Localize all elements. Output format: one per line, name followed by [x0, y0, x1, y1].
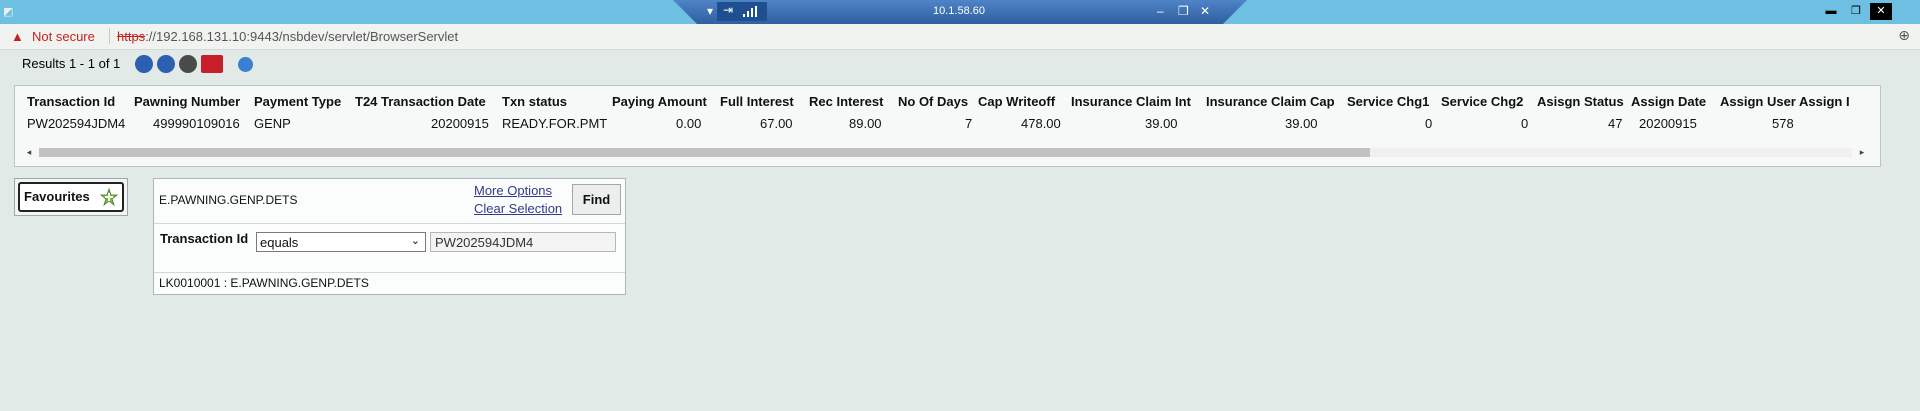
column-header[interactable]: Payment Type: [254, 92, 341, 112]
column-header[interactable]: Assign User: [1720, 92, 1796, 112]
favourites-panel: Favourites: [14, 178, 128, 216]
column-header[interactable]: No Of Days: [898, 92, 968, 112]
window-minimize-icon[interactable]: ▬: [1820, 3, 1842, 20]
enquiry-footer: LK0010001 : E.PAWNING.GENP.DETS: [159, 276, 369, 290]
table-cell: 478.00: [1021, 116, 1061, 131]
url-path: ://192.168.131.10:9443/nsbdev/servlet/Br…: [145, 29, 459, 44]
tools-menu-icon[interactable]: [201, 55, 223, 73]
column-header[interactable]: Paying Amount: [612, 92, 707, 112]
divider: [109, 28, 110, 44]
column-header[interactable]: Insurance Claim Int: [1071, 92, 1191, 112]
table-cell: 89.00: [849, 116, 882, 131]
operator-select[interactable]: equals ⌄: [256, 232, 426, 252]
enquiry-selection-panel: E.PAWNING.GENP.DETS More Options Clear S…: [153, 178, 626, 295]
table-cell: 0.00: [676, 116, 702, 131]
table-cell: 67.00: [760, 116, 793, 131]
table-cell[interactable]: PW202594JDM4: [27, 114, 125, 134]
info-icon[interactable]: [238, 57, 253, 72]
column-header[interactable]: Transaction Id: [27, 92, 115, 112]
pin-group: ⇥: [717, 2, 767, 21]
app-logo-icon: ◩: [3, 6, 14, 18]
table-cell: 7: [965, 116, 973, 131]
criteria-value-input[interactable]: PW202594JDM4: [430, 232, 616, 252]
clear-selection-link[interactable]: Clear Selection: [474, 201, 562, 216]
criteria-value: PW202594JDM4: [435, 235, 534, 250]
table-cell: 578: [1772, 116, 1794, 131]
more-options-link[interactable]: More Options: [474, 183, 552, 198]
table-cell: 499990109016: [153, 116, 240, 131]
window-close-icon[interactable]: ✕: [1870, 3, 1892, 20]
results-summary: Results 1 - 1 of 1: [22, 56, 121, 71]
scroll-right-icon[interactable]: ▸: [1856, 145, 1868, 159]
results-table: Transaction Id Pawning Number Payment Ty…: [14, 85, 1881, 167]
table-cell: 39.00: [1285, 116, 1318, 131]
url-scheme: https: [117, 29, 146, 44]
add-favourite-icon: [100, 188, 118, 206]
column-header[interactable]: Txn status: [502, 92, 567, 112]
column-header[interactable]: Insurance Claim Cap: [1206, 92, 1335, 112]
criteria-label: Transaction Id: [160, 231, 249, 246]
table-cell: 20200915: [431, 116, 489, 131]
close-icon[interactable]: ✕: [1200, 4, 1210, 18]
search-icon[interactable]: [157, 55, 175, 73]
column-header[interactable]: Assign Date: [1631, 92, 1706, 112]
selection-header: E.PAWNING.GENP.DETS More Options Clear S…: [154, 179, 625, 224]
chevron-down-icon[interactable]: ▾: [707, 4, 713, 18]
column-header[interactable]: Service Chg2: [1441, 92, 1523, 112]
column-header[interactable]: Cap Writeoff: [978, 92, 1055, 112]
remote-connection-bar: ▾ ⇥ 10.1.58.60 – ❐ ✕ ▬ ❐ ✕ ◩: [0, 0, 1920, 24]
connection-host: 10.1.58.60: [933, 5, 985, 17]
window-restore-icon[interactable]: ❐: [1845, 3, 1867, 20]
url-text[interactable]: https://192.168.131.10:9443/nsbdev/servl…: [117, 29, 458, 44]
play-icon[interactable]: [179, 55, 197, 73]
table-cell: 47: [1608, 116, 1623, 131]
connection-tab: ▾ ⇥ 10.1.58.60 – ❐ ✕: [673, 0, 1247, 24]
zoom-icon[interactable]: ⊕: [1898, 27, 1910, 44]
table-cell: GENP: [254, 116, 291, 131]
favourites-label: Favourites: [24, 189, 90, 204]
enquiry-name: E.PAWNING.GENP.DETS: [159, 193, 298, 207]
column-header[interactable]: Assign I: [1799, 92, 1863, 112]
column-header[interactable]: Asisgn Status: [1537, 92, 1624, 112]
column-header[interactable]: Full Interest: [720, 92, 794, 112]
column-header[interactable]: Rec Interest: [809, 92, 883, 112]
minimize-icon[interactable]: –: [1157, 4, 1164, 18]
operator-value: equals: [260, 235, 299, 250]
signal-icon: [743, 6, 757, 17]
restore-icon[interactable]: ❐: [1178, 4, 1189, 18]
address-bar[interactable]: ▲ Not secure https://192.168.131.10:9443…: [0, 24, 1920, 50]
chevron-down-icon: ⌄: [410, 235, 420, 247]
scroll-thumb[interactable]: [39, 148, 1370, 157]
table-cell: 0: [1425, 116, 1433, 131]
warning-icon: ▲: [11, 29, 24, 44]
column-header[interactable]: T24 Transaction Date: [355, 92, 486, 112]
scroll-left-icon[interactable]: ◂: [23, 145, 35, 159]
table-cell: 20200915: [1639, 116, 1697, 131]
criteria-row: Transaction Id equals ⌄ PW202594JDM4: [154, 224, 625, 273]
favourites-button[interactable]: Favourites: [18, 182, 124, 212]
horizontal-scrollbar[interactable]: ◂ ▸: [23, 145, 1868, 159]
pin-icon[interactable]: ⇥: [723, 3, 733, 17]
refresh-icon[interactable]: [135, 55, 153, 73]
table-cell: 0: [1521, 116, 1529, 131]
security-status[interactable]: Not secure: [32, 29, 95, 44]
find-button[interactable]: Find: [572, 184, 621, 215]
column-header[interactable]: Service Chg1: [1347, 92, 1429, 112]
table-cell: 39.00: [1145, 116, 1178, 131]
column-header[interactable]: Pawning Number: [134, 92, 240, 112]
table-cell: READY.FOR.PMT: [502, 116, 608, 131]
